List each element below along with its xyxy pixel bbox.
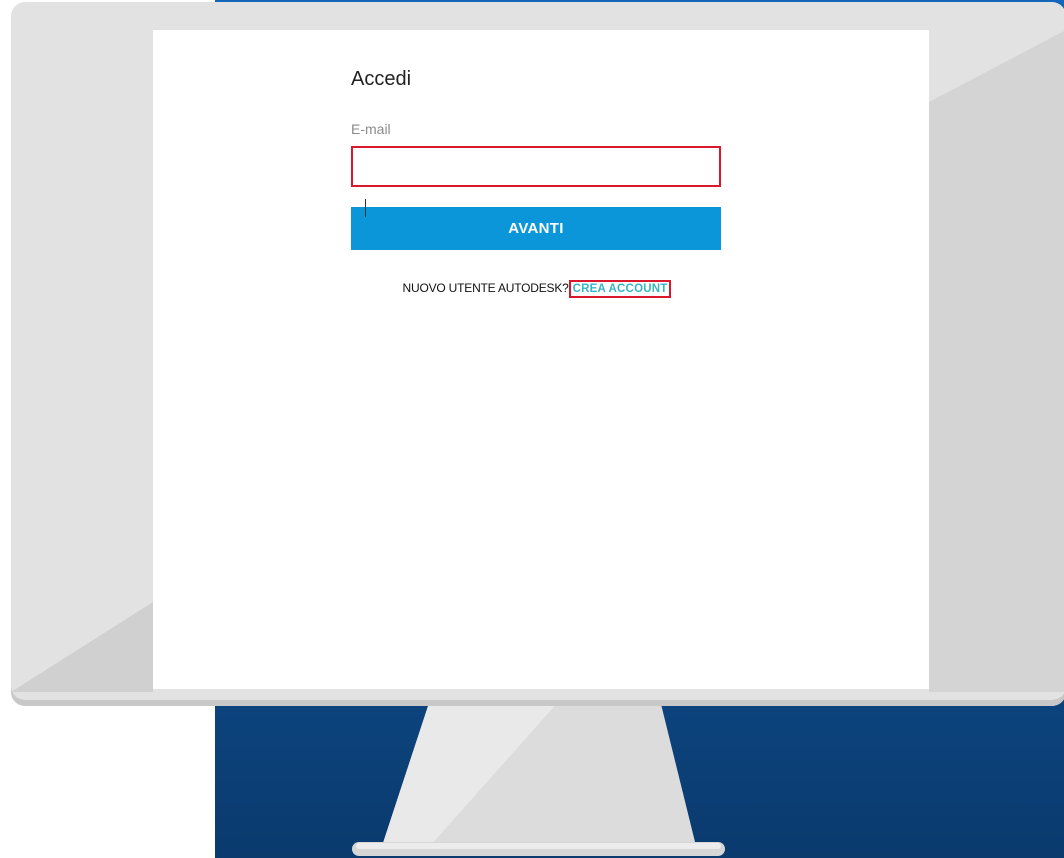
text-caret [365,199,366,217]
avanti-button[interactable]: AVANTI [351,207,721,250]
email-field[interactable] [351,146,721,187]
monitor-bezel: Accedi E-mail AVANTI NUOVO UTENTE AUTODE… [11,2,1064,706]
screen: Accedi E-mail AVANTI NUOVO UTENTE AUTODE… [153,30,929,689]
login-form: Accedi E-mail AVANTI NUOVO UTENTE AUTODE… [351,64,723,298]
new-user-prompt: NUOVO UTENTE AUTODESK? [402,281,569,295]
email-label: E-mail [351,121,391,137]
page-title: Accedi [351,68,412,90]
create-account-link[interactable]: CREA ACCOUNT [568,280,672,298]
new-user-row: NUOVO UTENTE AUTODESK? CREA ACCOUNT [351,280,723,298]
